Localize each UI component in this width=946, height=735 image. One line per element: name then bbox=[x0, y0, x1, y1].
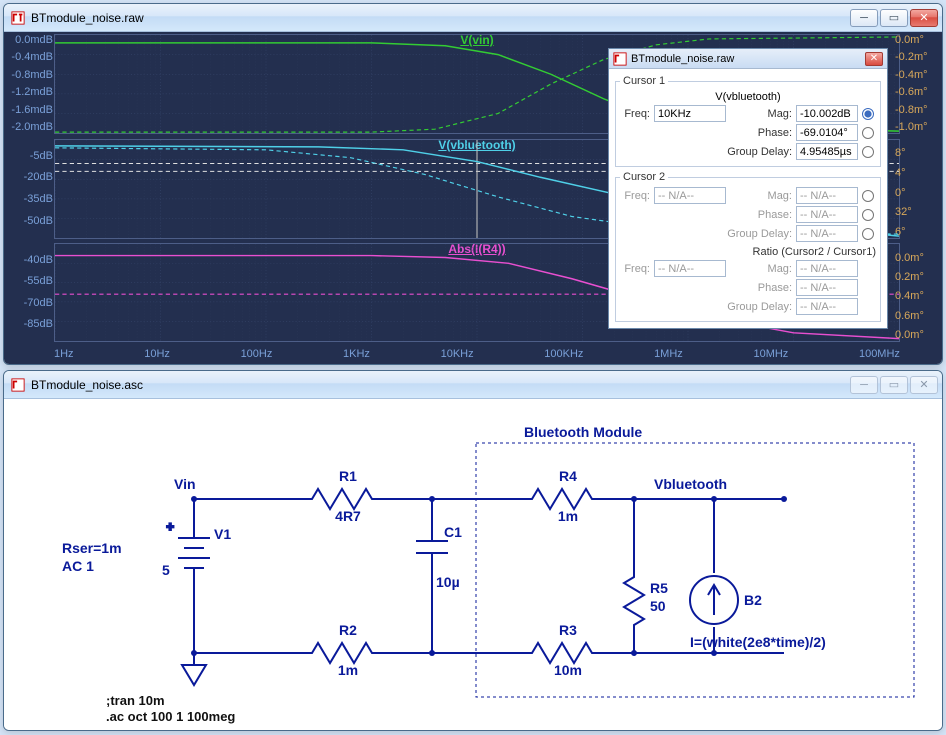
component-r3 bbox=[524, 643, 594, 663]
directive-ac: .ac oct 100 1 100meg bbox=[106, 709, 235, 724]
component-r2 bbox=[304, 643, 374, 663]
ratio-label: Ratio (Cursor2 / Cursor1) bbox=[620, 246, 876, 258]
directive-tran: ;tran 10m bbox=[106, 693, 165, 708]
component-r5 bbox=[624, 573, 644, 627]
ratio-freq-input[interactable] bbox=[654, 260, 726, 277]
cursor2-legend: Cursor 2 bbox=[620, 171, 668, 183]
waveform-titlebar[interactable]: BTmodule_noise.raw ─ ▭ ✕ bbox=[4, 4, 942, 32]
cursor1-gd-radio[interactable] bbox=[862, 146, 874, 158]
v1-value: 5 bbox=[162, 562, 170, 578]
cursor2-freq-label: Freq: bbox=[620, 190, 650, 202]
schematic-window: BTmodule_noise.asc ─ ▭ ✕ Bluetooth Modul… bbox=[3, 370, 943, 731]
c1-value: 10µ bbox=[436, 574, 460, 590]
ltspice-icon bbox=[10, 10, 26, 26]
svg-text:+: + bbox=[166, 519, 174, 534]
r1-name: R1 bbox=[339, 468, 357, 484]
ratio-gd-input[interactable] bbox=[796, 298, 858, 315]
cursor1-phase-radio[interactable] bbox=[862, 127, 874, 139]
r4-value: 1m bbox=[558, 508, 578, 524]
net-vin: Vin bbox=[174, 476, 196, 492]
ratio-gd-label: Group Delay: bbox=[724, 301, 792, 313]
r3-value: 10m bbox=[554, 662, 582, 678]
ltspice-icon bbox=[613, 52, 627, 66]
cursor2-freq-input[interactable] bbox=[654, 187, 726, 204]
r3-name: R3 bbox=[559, 622, 577, 638]
ltspice-icon bbox=[10, 377, 26, 393]
r2-name: R2 bbox=[339, 622, 357, 638]
cursor2-gd-input[interactable] bbox=[796, 225, 858, 242]
y-right-labels-3: 0.0m°0.2m°0.4m°0.6m°0.0m° bbox=[895, 244, 943, 341]
cursor-dialog-close-button[interactable]: ✕ bbox=[865, 52, 883, 66]
y-right-labels-1: 0.0m°-0.2m°-0.4m°-0.6m°-0.8m°-1.0m° bbox=[895, 35, 943, 133]
schematic-title: BTmodule_noise.asc bbox=[31, 378, 850, 392]
y-right-labels-2: 8°4°0°32°6° bbox=[895, 140, 943, 238]
close-button[interactable]: ✕ bbox=[910, 376, 938, 394]
cursor2-gd-radio[interactable] bbox=[862, 228, 874, 240]
cursor2-mag-label: Mag: bbox=[730, 190, 792, 202]
component-b2 bbox=[690, 576, 738, 624]
cursor1-mag-label: Mag: bbox=[730, 108, 792, 120]
cursor1-gd-input[interactable] bbox=[796, 143, 858, 160]
cursor1-gd-label: Group Delay: bbox=[724, 146, 792, 158]
maximize-button[interactable]: ▭ bbox=[880, 376, 908, 394]
component-r4 bbox=[524, 489, 594, 509]
schematic-titlebar[interactable]: BTmodule_noise.asc ─ ▭ ✕ bbox=[4, 371, 942, 399]
ratio-phase-label: Phase: bbox=[730, 282, 792, 294]
y-left-labels-1: 0.0mdB-0.4mdB-0.8mdB-1.2mdB-1.6mdB-2.0md… bbox=[5, 35, 53, 133]
cursor-dialog[interactable]: BTmodule_noise.raw ✕ Cursor 1 V(vbluetoo… bbox=[608, 48, 888, 329]
cursor1-mag-input[interactable] bbox=[796, 105, 858, 122]
bluetooth-module-title: Bluetooth Module bbox=[524, 424, 642, 440]
v1-name: V1 bbox=[214, 526, 231, 542]
ratio-freq-label: Freq: bbox=[620, 263, 650, 275]
x-axis-labels: 1Hz10Hz100Hz1KHz10KHz100KHz1MHz10MHz100M… bbox=[54, 348, 900, 360]
cursor1-phase-label: Phase: bbox=[730, 127, 792, 139]
cursor1-legend: Cursor 1 bbox=[620, 75, 668, 87]
waveform-title: BTmodule_noise.raw bbox=[31, 11, 850, 25]
b2-name: B2 bbox=[744, 592, 762, 608]
cursor-dialog-title: BTmodule_noise.raw bbox=[631, 53, 865, 65]
cursor1-freq-label: Freq: bbox=[620, 108, 650, 120]
cursor2-mag-radio[interactable] bbox=[862, 190, 874, 202]
cursor2-gd-label: Group Delay: bbox=[724, 228, 792, 240]
ratio-mag-label: Mag: bbox=[730, 263, 792, 275]
maximize-button[interactable]: ▭ bbox=[880, 9, 908, 27]
cursor2-phase-radio[interactable] bbox=[862, 209, 874, 221]
cursor-dialog-titlebar[interactable]: BTmodule_noise.raw ✕ bbox=[609, 49, 887, 69]
ratio-phase-input[interactable] bbox=[796, 279, 858, 296]
v1-param1: Rser=1m bbox=[62, 540, 122, 556]
v1-param2: AC 1 bbox=[62, 558, 94, 574]
y-left-labels-2: -5dB-20dB-35dB-50dB bbox=[5, 140, 53, 238]
r5-value: 50 bbox=[650, 598, 666, 614]
r4-name: R4 bbox=[559, 468, 577, 484]
cursor1-phase-input[interactable] bbox=[796, 124, 858, 141]
y-left-labels-3: -40dB-55dB-70dB-85dB bbox=[5, 244, 53, 341]
cursor2-group: Cursor 2 Freq: Mag: Phase: Group Delay: bbox=[615, 171, 881, 322]
cursor1-group: Cursor 1 V(vbluetooth) Freq: Mag: Phase:… bbox=[615, 75, 881, 167]
cursor2-phase-label: Phase: bbox=[730, 209, 792, 221]
cursor1-freq-input[interactable] bbox=[654, 105, 726, 122]
component-r1 bbox=[304, 489, 374, 509]
minimize-button[interactable]: ─ bbox=[850, 376, 878, 394]
cursor2-mag-input[interactable] bbox=[796, 187, 858, 204]
cursor1-mag-radio[interactable] bbox=[862, 108, 874, 120]
minimize-button[interactable]: ─ bbox=[850, 9, 878, 27]
cursor1-trace-name: V(vbluetooth) bbox=[620, 91, 876, 103]
cursor2-phase-input[interactable] bbox=[796, 206, 858, 223]
schematic-canvas[interactable]: Bluetooth Module bbox=[4, 399, 942, 730]
ground-symbol bbox=[182, 665, 206, 685]
close-button[interactable]: ✕ bbox=[910, 9, 938, 27]
ratio-mag-input[interactable] bbox=[796, 260, 858, 277]
b2-value: I=(white(2e8*time)/2) bbox=[690, 634, 826, 650]
r1-value: 4R7 bbox=[335, 508, 361, 524]
r5-name: R5 bbox=[650, 580, 668, 596]
c1-name: C1 bbox=[444, 524, 462, 540]
r2-value: 1m bbox=[338, 662, 358, 678]
component-v1: + bbox=[166, 519, 210, 583]
net-vbluetooth: Vbluetooth bbox=[654, 476, 727, 492]
